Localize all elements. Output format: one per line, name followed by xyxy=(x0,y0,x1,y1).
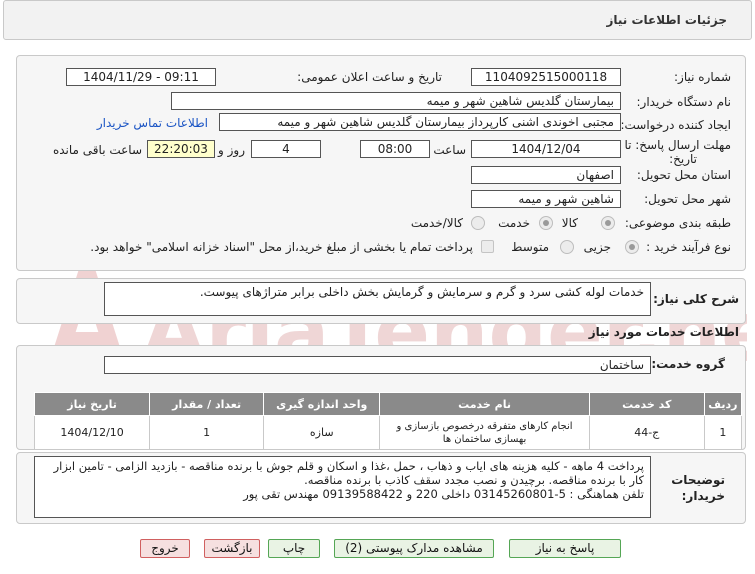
city-field: شاهین شهر و میمه xyxy=(471,190,621,208)
reply-button[interactable]: پاسخ به نیاز xyxy=(509,539,621,558)
deadline-time-label: ساعت xyxy=(433,143,466,157)
details-panel xyxy=(16,55,746,271)
summary-textarea: خدمات لوله کشی سرد و گرم و سرمایش و گرما… xyxy=(104,282,651,316)
col-unit: واحد اندازه گیری xyxy=(263,392,381,416)
summary-label: شرح کلی نیاز: xyxy=(653,292,739,306)
table-row: 1 ج-44 انجام کارهای متفرقه درخصوص بازساز… xyxy=(33,415,743,450)
deadline-date-field: 1404/12/04 xyxy=(471,140,621,158)
category-goods-service-radio[interactable] xyxy=(471,216,485,230)
notes-textarea: پرداخت 4 ماهه - کلیه هزینه های ایاب و ذه… xyxy=(34,456,651,518)
buyer-label: نام دستگاه خریدار: xyxy=(636,95,732,109)
cell-date: 1404/12/10 xyxy=(33,415,151,450)
category-goods-service-label: کالا/خدمت xyxy=(410,216,463,230)
col-date: تاریخ نیاز xyxy=(33,392,151,416)
service-group-field: ساختمان xyxy=(104,356,651,374)
deadline-time-field: 08:00 xyxy=(360,140,430,158)
creator-field: مجتبی اخوندی اشنی کارپرداز بیمارستان گلد… xyxy=(219,113,621,131)
notes-line-3: تلفن هماهنگی : 5-03145260801 داخلی 220 و… xyxy=(243,487,644,501)
process-minor-radio[interactable] xyxy=(625,240,639,254)
days-label: روز و xyxy=(218,143,245,157)
back-button[interactable]: بازگشت xyxy=(204,539,260,558)
need-number-field: 1104092515000118 xyxy=(471,68,621,86)
category-service-label: خدمت xyxy=(498,216,530,230)
col-qty: تعداد / مقدار xyxy=(149,392,265,416)
days-field: 4 xyxy=(251,140,321,158)
creator-label: ایجاد کننده درخواست: xyxy=(620,118,731,132)
services-table: ردیف کد خدمت نام خدمت واحد اندازه گیری ت… xyxy=(33,392,743,450)
notes-label-1: توضیحات xyxy=(671,473,725,487)
col-code: کد خدمت xyxy=(588,392,705,416)
exit-button[interactable]: خروج xyxy=(140,539,190,558)
category-goods-label: کالا xyxy=(561,216,578,230)
category-service-radio[interactable] xyxy=(539,216,553,230)
page-title: جزئیات اطلاعات نیاز xyxy=(606,13,727,27)
buyer-field: بیمارستان گلدیس شاهین شهر و میمه xyxy=(171,92,621,110)
attachments-button[interactable]: مشاهده مدارک پیوستی (2) xyxy=(334,539,494,558)
cell-qty: 1 xyxy=(149,415,265,450)
print-button[interactable]: چاپ xyxy=(268,539,320,558)
notes-line-2: کار با برنده مناقصه. برچیدن و نصب مجدد س… xyxy=(304,473,644,487)
cell-unit: سازه xyxy=(263,415,381,450)
announce-label: تاریخ و ساعت اعلان عمومی: xyxy=(297,70,442,84)
category-goods-radio[interactable] xyxy=(601,216,615,230)
remaining-time-field: 22:20:03 xyxy=(147,140,215,158)
service-group-label: گروه خدمت: xyxy=(651,357,725,371)
process-label: نوع فرآیند خرید : xyxy=(646,240,731,254)
process-medium-label: متوسط xyxy=(511,240,549,254)
announce-field: 1404/11/29 - 09:11 xyxy=(66,68,216,86)
header-bar: جزئیات اطلاعات نیاز xyxy=(3,0,752,40)
deadline-label-2: تاریخ: xyxy=(669,152,697,166)
province-field: اصفهان xyxy=(471,166,621,184)
treasury-payment-checkbox[interactable] xyxy=(481,240,494,253)
process-minor-label: جزیی xyxy=(583,240,611,254)
process-medium-radio[interactable] xyxy=(560,240,574,254)
col-name: نام خدمت xyxy=(379,392,590,416)
cell-row: 1 xyxy=(703,415,743,450)
notes-line-1: پرداخت 4 ماهه - کلیه هزینه های ایاب و ذه… xyxy=(53,459,644,473)
remaining-label: ساعت باقی مانده xyxy=(52,143,142,157)
need-number-label: شماره نیاز: xyxy=(674,70,731,84)
deadline-label-1: مهلت ارسال پاسخ: تا xyxy=(624,138,731,152)
col-row: ردیف xyxy=(703,392,743,416)
payment-note: پرداخت تمام یا بخشی از مبلغ خرید،از محل … xyxy=(90,240,473,254)
city-label: شهر محل تحویل: xyxy=(644,192,731,206)
notes-label-2: خریدار: xyxy=(681,489,725,503)
services-section-title: اطلاعات خدمات مورد نیاز xyxy=(588,325,739,339)
province-label: استان محل تحویل: xyxy=(636,168,731,182)
category-label: طبقه بندی موضوعی: xyxy=(624,216,731,230)
cell-name: انجام کارهای متفرقه درخصوص بازسازی و بهس… xyxy=(379,415,590,450)
cell-code: ج-44 xyxy=(588,415,705,450)
contact-buyer-link[interactable]: اطلاعات تماس خریدار xyxy=(97,116,208,130)
